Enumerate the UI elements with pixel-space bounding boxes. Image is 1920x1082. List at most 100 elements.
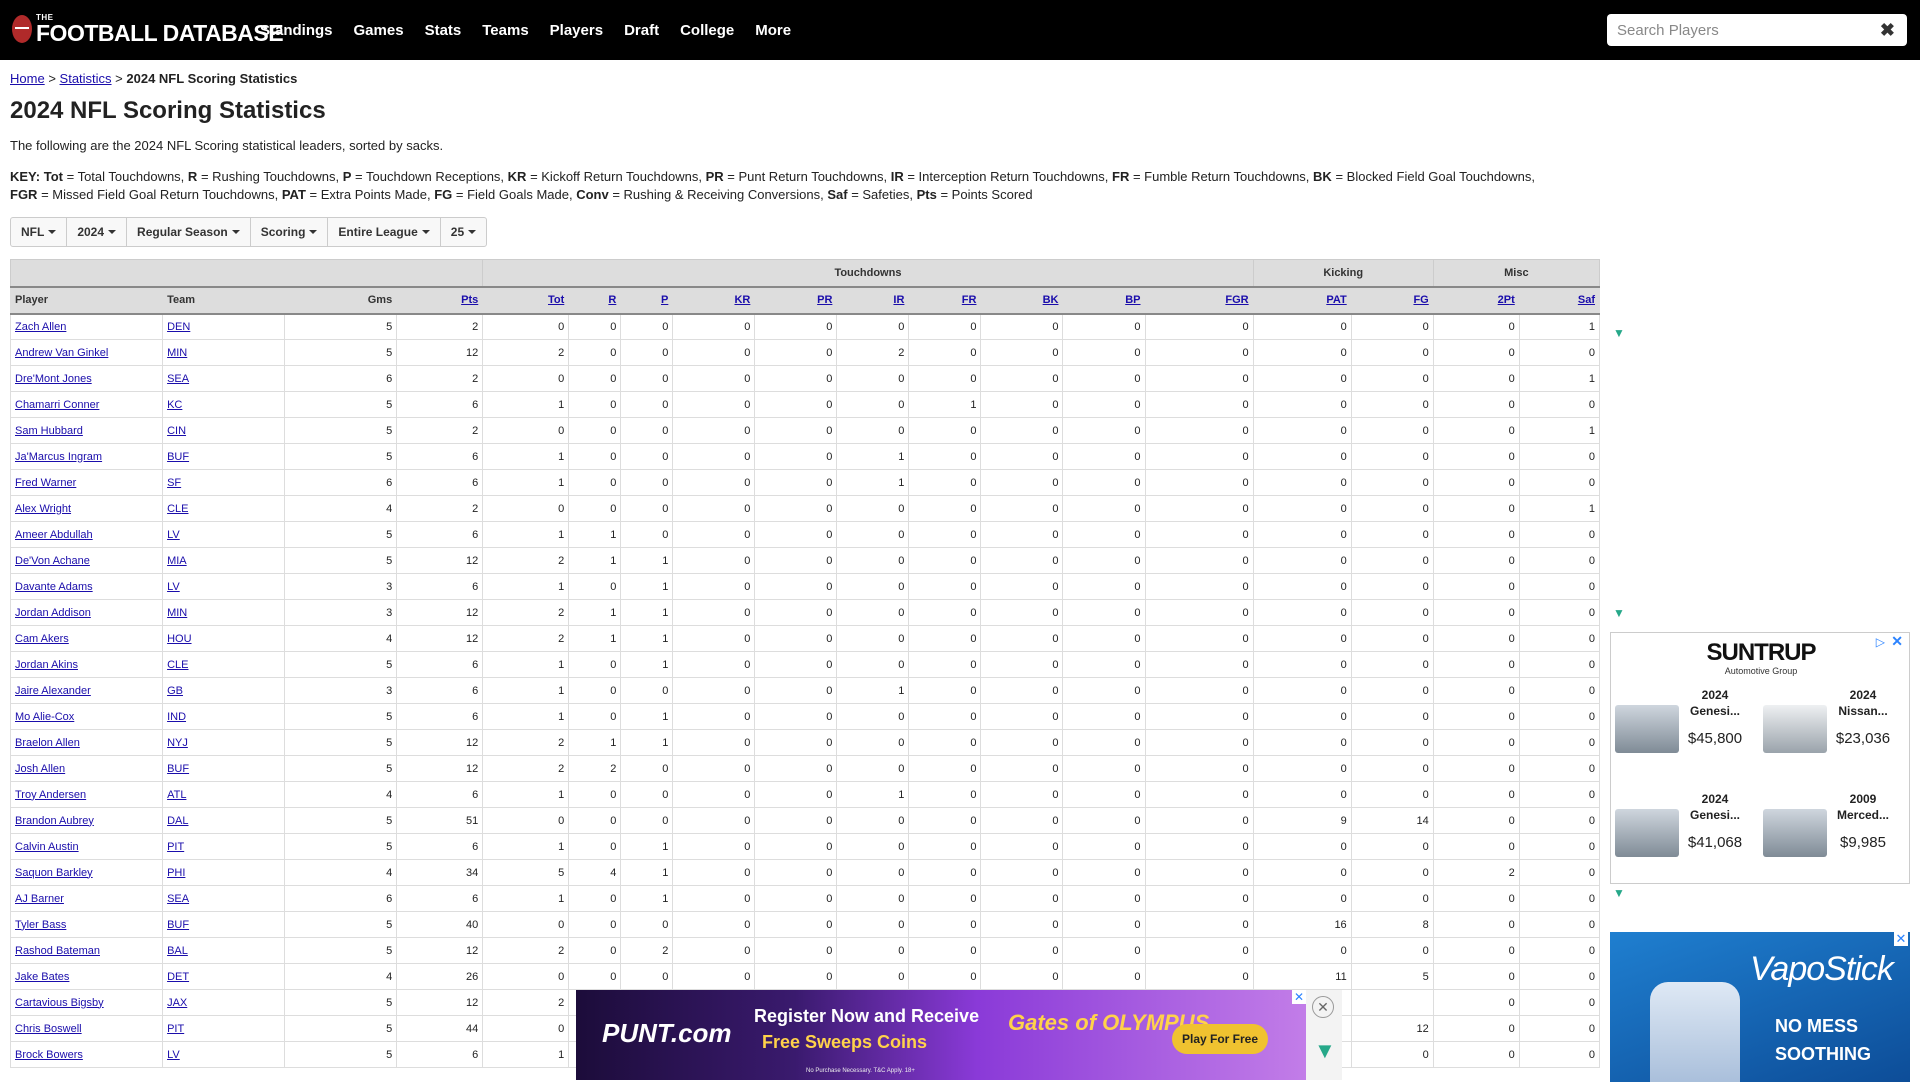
player-link[interactable]: Zach Allen [15,321,66,333]
ad-close-icon[interactable]: ✕ [1292,990,1306,1004]
player-link[interactable]: Chris Boswell [15,1023,82,1035]
team-link[interactable]: KC [167,399,182,411]
team-link[interactable]: BAL [167,945,188,957]
nav-item-college[interactable]: College [680,22,734,39]
player-link[interactable]: Jake Bates [15,971,69,983]
player-link[interactable]: Davante Adams [15,581,93,593]
player-link[interactable]: Dre'Mont Jones [15,373,92,385]
player-link[interactable]: Cam Akers [15,633,69,645]
player-link[interactable]: Tyler Bass [15,919,66,931]
nav-item-more[interactable]: More [755,22,791,39]
team-link[interactable]: DAL [167,815,188,827]
team-link[interactable]: IND [167,711,186,723]
filter-dropdown[interactable]: Regular Season [127,218,251,246]
team-link[interactable]: NYJ [167,737,188,749]
team-link[interactable]: LV [167,1049,180,1061]
player-link[interactable]: Rashod Bateman [15,945,100,957]
freestar-icon[interactable]: ▼ [1314,1038,1336,1064]
player-link[interactable]: Mo Alie-Cox [15,711,74,723]
filter-dropdown[interactable]: NFL [11,218,68,246]
team-link[interactable]: BUF [167,451,189,463]
nav-item-teams[interactable]: Teams [482,22,528,39]
nav-item-stats[interactable]: Stats [425,22,462,39]
breadcrumb-home-link[interactable]: Home [10,71,45,86]
team-link[interactable]: MIA [167,555,187,567]
player-link[interactable]: Sam Hubbard [15,425,83,437]
team-link[interactable]: SF [167,477,181,489]
ad-close-icon[interactable]: ✕ [1894,932,1908,946]
close-banner-icon[interactable]: ✕ [1312,996,1334,1018]
player-link[interactable]: Jordan Akins [15,659,78,671]
team-link[interactable]: MIN [167,347,187,359]
freestar-icon[interactable]: ▼ [1613,607,1625,619]
sort-link[interactable]: KR [734,294,750,306]
player-link[interactable]: De'Von Achane [15,555,90,567]
sort-link[interactable]: BP [1125,294,1140,306]
team-link[interactable]: CLE [167,659,188,671]
team-link[interactable]: SEA [167,893,189,905]
team-link[interactable]: CIN [167,425,186,437]
team-link[interactable]: PIT [167,841,184,853]
ad-close-icon[interactable]: ✕ [1891,633,1903,650]
team-link[interactable]: SEA [167,373,189,385]
player-link[interactable]: Jaire Alexander [15,685,91,697]
nav-item-games[interactable]: Games [354,22,404,39]
freestar-icon[interactable]: ▼ [1613,887,1625,899]
site-logo[interactable]: THE FOOTBALL DATABASE [12,12,284,46]
sort-link[interactable]: PR [817,294,832,306]
sort-link[interactable]: Tot [548,294,564,306]
ad-choices-icon[interactable]: ▷ [1876,635,1885,649]
team-link[interactable]: HOU [167,633,191,645]
filter-dropdown[interactable]: Entire League [328,218,441,246]
nav-item-draft[interactable]: Draft [624,22,659,39]
team-link[interactable]: MIN [167,607,187,619]
player-link[interactable]: Troy Andersen [15,789,86,801]
team-link[interactable]: PIT [167,1023,184,1035]
player-link[interactable]: Fred Warner [15,477,76,489]
player-link[interactable]: Calvin Austin [15,841,79,853]
filter-dropdown[interactable]: 2024 [67,218,128,246]
sort-link[interactable]: PAT [1326,294,1346,306]
play-for-free-button[interactable]: Play For Free [1172,1024,1268,1054]
nav-item-players[interactable]: Players [550,22,603,39]
sort-link[interactable]: BK [1043,294,1059,306]
sort-link[interactable]: R [608,294,616,306]
team-link[interactable]: DET [167,971,189,983]
team-link[interactable]: BUF [167,919,189,931]
clear-search-icon[interactable]: ✖ [1880,20,1895,41]
filter-dropdown[interactable]: Scoring [251,218,329,246]
player-link[interactable]: Ameer Abdullah [15,529,93,541]
breadcrumb-statistics-link[interactable]: Statistics [60,71,112,86]
team-link[interactable]: LV [167,581,180,593]
nav-item-standings[interactable]: Standings [260,22,333,39]
player-link[interactable]: AJ Barner [15,893,64,905]
player-link[interactable]: Cartavious Bigsby [15,997,104,1009]
player-link[interactable]: Brock Bowers [15,1049,83,1061]
punt-banner-ad[interactable]: PUNT.com Register Now and Receive Free S… [576,990,1306,1080]
sort-link[interactable]: FGR [1225,294,1248,306]
sort-link[interactable]: FR [962,294,977,306]
sort-link[interactable]: 2Pt [1498,294,1515,306]
team-link[interactable]: CLE [167,503,188,515]
sort-link[interactable]: Saf [1578,294,1595,306]
suntrup-ad[interactable]: SUNTRUP Automotive Group ▷ ✕ 2024 Genesi… [1610,632,1910,884]
player-link[interactable]: Alex Wright [15,503,71,515]
ad-car-tile[interactable]: 2024 Genesi... $41,068 [1611,791,1751,881]
player-link[interactable]: Josh Allen [15,763,65,775]
ad-car-tile[interactable]: 2009 Merced... $9,985 [1759,791,1899,881]
player-link[interactable]: Jordan Addison [15,607,91,619]
vapostick-ad[interactable]: VapoStick NO MESS SOOTHING ✕ [1610,932,1910,1082]
team-link[interactable]: ATL [167,789,186,801]
search-input[interactable] [1617,21,1867,39]
player-link[interactable]: Braelon Allen [15,737,80,749]
sort-link[interactable]: IR [893,294,904,306]
player-link[interactable]: Ja'Marcus Ingram [15,451,102,463]
ad-car-tile[interactable]: 2024 Genesi... $45,800 [1611,687,1751,777]
ad-car-tile[interactable]: 2024 Nissan... $23,036 [1759,687,1899,777]
sort-link[interactable]: P [661,294,668,306]
player-link[interactable]: Saquon Barkley [15,867,93,879]
team-link[interactable]: PHI [167,867,185,879]
team-link[interactable]: GB [167,685,183,697]
player-link[interactable]: Andrew Van Ginkel [15,347,108,359]
team-link[interactable]: BUF [167,763,189,775]
